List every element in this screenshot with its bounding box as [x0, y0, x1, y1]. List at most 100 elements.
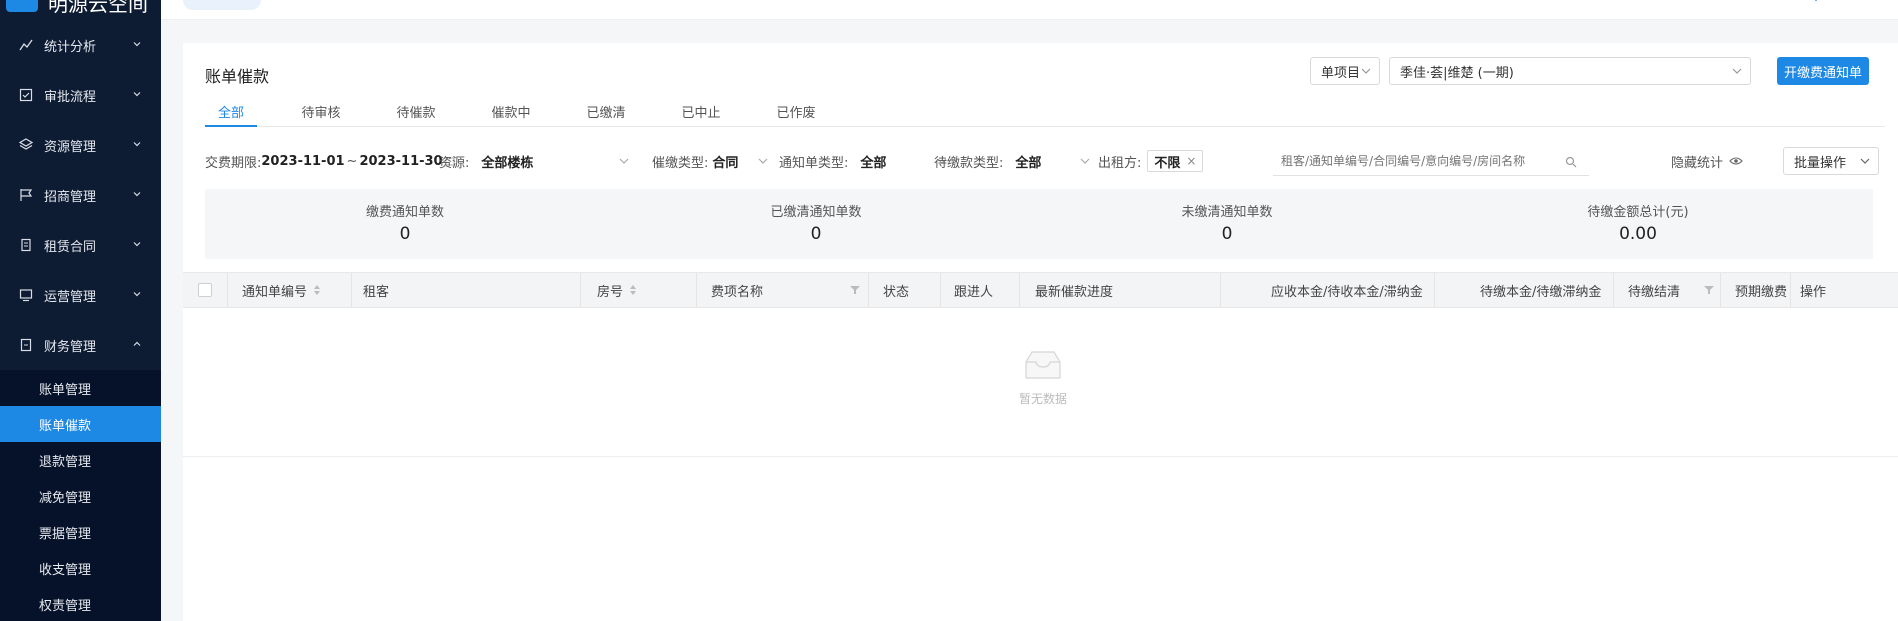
tab-paid[interactable]: 已缴清	[578, 97, 634, 127]
pending-type-filter[interactable]: 待缴款类型: 全部	[934, 146, 1090, 176]
stat-value: 0.00	[1619, 224, 1657, 244]
sort-icon[interactable]	[313, 284, 321, 296]
project-select-value: 季佳·荟|维楚 (一期)	[1400, 65, 1514, 81]
urge-type-label: 催缴类型:	[652, 155, 709, 171]
layers-icon	[18, 137, 34, 153]
empty-inbox-icon	[1025, 351, 1061, 379]
sidebar-item-label: 招商管理	[44, 189, 97, 205]
open-payment-notice-button[interactable]: 开缴费通知单	[1777, 57, 1869, 85]
avatar[interactable]	[1867, 0, 1883, 6]
chart-icon	[18, 37, 34, 53]
column-room-number[interactable]: 房号	[597, 273, 637, 307]
hide-stats-toggle[interactable]: 隐藏统计	[1671, 146, 1743, 176]
submenu-item-refund[interactable]: 退款管理	[0, 442, 161, 478]
project-mode-select[interactable]: 单项目	[1310, 57, 1380, 85]
help-icon[interactable]	[1714, 0, 1730, 6]
lessor-tag[interactable]: 不限 ×	[1147, 150, 1204, 172]
sidebar-item-contracts[interactable]: 租赁合同	[0, 220, 161, 270]
filter-icon[interactable]	[850, 285, 860, 295]
sidebar-item-approval[interactable]: 审批流程	[0, 70, 161, 120]
sidebar-item-operations[interactable]: 运营管理	[0, 270, 161, 320]
submenu-item-income-expense[interactable]: 收支管理	[0, 550, 161, 586]
stat-value: 0	[399, 224, 411, 244]
chevron-down-icon	[1080, 158, 1090, 164]
column-pending-settled[interactable]: 待缴结清	[1628, 273, 1680, 307]
submenu-item-waiver[interactable]: 减免管理	[0, 478, 161, 514]
column-divider	[696, 273, 697, 307]
column-label: 通知单编号	[242, 284, 308, 300]
column-pending-principal[interactable]: 待缴本金/待缴滞纳金	[1480, 273, 1601, 307]
chevron-down-icon	[133, 142, 141, 147]
column-follower[interactable]: 跟进人	[954, 273, 993, 307]
column-expected-payment[interactable]: 预期缴费	[1735, 273, 1790, 307]
column-tenant[interactable]: 租客	[363, 273, 389, 307]
project-mode-value: 单项目	[1321, 65, 1361, 81]
finance-icon	[18, 337, 34, 353]
select-all-checkbox[interactable]	[198, 273, 212, 307]
period-end: 2023-11-30	[359, 153, 443, 169]
tab-pending-review[interactable]: 待审核	[293, 97, 349, 127]
chevron-down-icon	[1732, 68, 1742, 74]
urge-type-filter[interactable]: 催缴类型: 合同	[652, 146, 768, 176]
submenu-item-bill-management[interactable]: 账单管理	[0, 370, 161, 406]
sidebar-item-finance[interactable]: 财务管理	[0, 320, 161, 370]
pending-type-value: 全部	[1015, 155, 1042, 171]
tab-pending-collection[interactable]: 待催款	[388, 97, 444, 127]
header-tab-pill[interactable]	[183, 0, 261, 10]
period-separator: ~	[346, 153, 358, 169]
column-receivable[interactable]: 应收本金/待收本金/滞纳金	[1271, 273, 1423, 307]
monitor-icon	[18, 287, 34, 303]
sidebar-item-label: 租赁合同	[44, 239, 97, 255]
sidebar-item-leasing[interactable]: 招商管理	[0, 170, 161, 220]
empty-text: 暂无数据	[1018, 392, 1067, 406]
stat-value: 0	[1221, 224, 1233, 244]
stats-panel: 缴费通知单数 0 已缴清通知单数 0 未缴清通知单数 0 待缴金额总计(元) 0…	[205, 189, 1873, 259]
eye-icon	[1729, 157, 1743, 165]
tab-terminated[interactable]: 已中止	[673, 97, 729, 127]
column-fee-name[interactable]: 费项名称	[711, 273, 763, 307]
resource-filter[interactable]: 资源: 全部楼栋	[439, 146, 629, 176]
period-filter[interactable]: 交费期限: 2023-11-01 ~ 2023-11-30	[205, 146, 455, 176]
submenu-item-invoice[interactable]: 票据管理	[0, 514, 161, 550]
project-select[interactable]: 季佳·荟|维楚 (一期)	[1389, 57, 1751, 85]
sidebar-item-statistics[interactable]: 统计分析	[0, 20, 161, 70]
stat-total-notices: 缴费通知单数 0	[305, 201, 505, 244]
search-input[interactable]	[1273, 146, 1589, 176]
column-divider	[227, 273, 228, 307]
submenu-item-accrual[interactable]: 权责管理	[0, 586, 161, 621]
sidebar-item-resources[interactable]: 资源管理	[0, 120, 161, 170]
column-notice-number[interactable]: 通知单编号	[242, 273, 321, 307]
column-divider	[868, 273, 869, 307]
lessor-filter[interactable]: 出租方: 不限 ×	[1098, 146, 1204, 176]
stat-label: 已缴清通知单数	[770, 205, 862, 220]
column-status[interactable]: 状态	[883, 273, 909, 307]
filter-icon[interactable]	[1704, 285, 1714, 295]
bell-icon[interactable]	[1745, 0, 1761, 6]
checkbox[interactable]	[198, 283, 212, 297]
urge-type-value: 合同	[712, 155, 739, 171]
stat-label: 缴费通知单数	[365, 205, 444, 220]
column-actions: 操作	[1800, 284, 1827, 300]
column-divider	[351, 273, 352, 307]
user-icon[interactable]	[1808, 0, 1824, 6]
brand-name: 明源云空间	[48, 0, 148, 16]
batch-operations-dropdown[interactable]: 批量操作	[1783, 147, 1879, 175]
stat-paid-notices: 已缴清通知单数 0	[716, 201, 916, 244]
tab-collecting[interactable]: 催款中	[483, 97, 539, 127]
search-icon[interactable]	[1565, 156, 1577, 168]
sort-icon[interactable]	[629, 284, 637, 296]
notice-type-value: 全部	[860, 155, 887, 171]
period-label: 交费期限:	[205, 155, 262, 171]
stat-unpaid-notices: 未缴清通知单数 0	[1127, 201, 1327, 244]
column-latest-progress[interactable]: 最新催款进度	[1035, 273, 1113, 307]
column-divider	[1790, 273, 1791, 307]
chevron-down-icon	[133, 92, 141, 97]
tab-voided[interactable]: 已作废	[768, 97, 824, 127]
batch-operations-label: 批量操作	[1794, 155, 1847, 171]
submenu-item-bill-collection[interactable]: 账单催款	[0, 406, 161, 442]
sidebar-item-label: 审批流程	[44, 89, 97, 105]
notice-type-filter[interactable]: 通知单类型: 全部	[779, 146, 947, 176]
tab-all[interactable]: 全部	[205, 97, 257, 127]
close-icon[interactable]: ×	[1186, 154, 1196, 168]
sidebar-item-label: 统计分析	[44, 39, 97, 55]
